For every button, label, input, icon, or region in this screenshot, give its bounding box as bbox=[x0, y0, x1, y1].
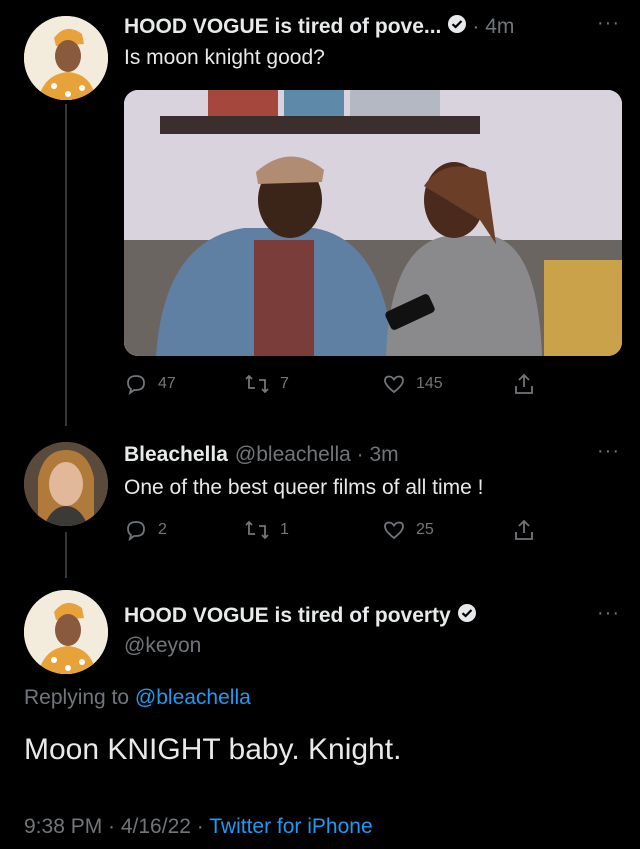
retweet-button[interactable]: 7 bbox=[244, 372, 289, 396]
tweet1-text: Is moon knight good? bbox=[124, 46, 325, 69]
replying-to-label: Replying to bbox=[24, 686, 130, 709]
tweet2-text: One of the best queer films of all time … bbox=[124, 476, 484, 499]
share-icon bbox=[515, 519, 533, 540]
main-tweet-text: Moon KNIGHT baby. Knight. bbox=[24, 733, 402, 766]
avatar-illustration bbox=[24, 590, 108, 674]
video-still-two-people-on-couch bbox=[124, 90, 622, 356]
reply-button[interactable]: 2 bbox=[124, 518, 167, 542]
tweet1-time[interactable]: · 4m bbox=[472, 15, 514, 39]
avatar-illustration bbox=[24, 16, 108, 100]
like-count: 145 bbox=[416, 375, 443, 392]
thread-line-2 bbox=[65, 532, 67, 578]
tweet1-media-image[interactable] bbox=[124, 90, 622, 356]
heart-icon bbox=[384, 375, 404, 394]
replying-to: Replying to @bleachella bbox=[24, 686, 251, 710]
main-tweet-name-row: HOOD VOGUE is tired of poverty ··· bbox=[124, 602, 624, 630]
tweet2-handle-time[interactable]: @bleachella · 3m bbox=[235, 443, 399, 467]
retweet-icon bbox=[245, 374, 269, 394]
tweet-source-link[interactable]: Twitter for iPhone bbox=[209, 815, 372, 838]
heart-icon bbox=[384, 521, 404, 540]
share-button[interactable] bbox=[512, 518, 536, 542]
main-tweet-meta: 9:38 PM · 4/16/22 · Twitter for iPhone bbox=[24, 815, 373, 839]
tweet2-header: Bleachella @bleachella · 3m ··· bbox=[124, 440, 624, 468]
tweet1-display-name[interactable]: HOOD VOGUE is tired of pove... bbox=[124, 15, 441, 39]
verified-badge-icon bbox=[447, 14, 467, 40]
tweet2-display-name[interactable]: Bleachella bbox=[124, 443, 228, 467]
like-button[interactable]: 145 bbox=[382, 372, 443, 396]
reply-count: 2 bbox=[158, 521, 167, 538]
reply-icon bbox=[127, 521, 145, 542]
avatar-photo bbox=[24, 442, 108, 526]
tweet2-actions: 2 1 25 bbox=[124, 516, 544, 544]
main-tweet-timestamp[interactable]: 9:38 PM · 4/16/22 · bbox=[24, 815, 204, 838]
more-icon[interactable]: ··· bbox=[597, 12, 620, 35]
retweet-count: 7 bbox=[280, 375, 289, 392]
more-icon[interactable]: ··· bbox=[597, 602, 620, 625]
thread-line bbox=[65, 104, 67, 426]
reply-button[interactable]: 47 bbox=[124, 372, 176, 396]
replying-to-handle-link[interactable]: @bleachella bbox=[135, 686, 251, 709]
verified-badge-icon bbox=[457, 603, 477, 629]
avatar-hood-vogue[interactable] bbox=[24, 590, 108, 674]
share-button[interactable] bbox=[512, 372, 536, 396]
main-tweet-handle[interactable]: @keyon bbox=[124, 634, 201, 658]
reply-icon bbox=[127, 375, 145, 396]
more-icon[interactable]: ··· bbox=[597, 440, 620, 463]
avatar-hood-vogue[interactable] bbox=[24, 16, 108, 100]
retweet-icon bbox=[245, 520, 269, 540]
avatar-bleachella[interactable] bbox=[24, 442, 108, 526]
retweet-count: 1 bbox=[280, 521, 289, 538]
like-button[interactable]: 25 bbox=[382, 518, 434, 542]
share-icon bbox=[515, 373, 533, 394]
tweet1-header: HOOD VOGUE is tired of pove... · 4m ··· bbox=[124, 12, 624, 40]
reply-count: 47 bbox=[158, 375, 176, 392]
retweet-button[interactable]: 1 bbox=[244, 518, 289, 542]
tweet1-actions: 47 7 145 bbox=[124, 370, 544, 398]
main-tweet-display-name[interactable]: HOOD VOGUE is tired of poverty bbox=[124, 604, 451, 628]
like-count: 25 bbox=[416, 521, 434, 538]
